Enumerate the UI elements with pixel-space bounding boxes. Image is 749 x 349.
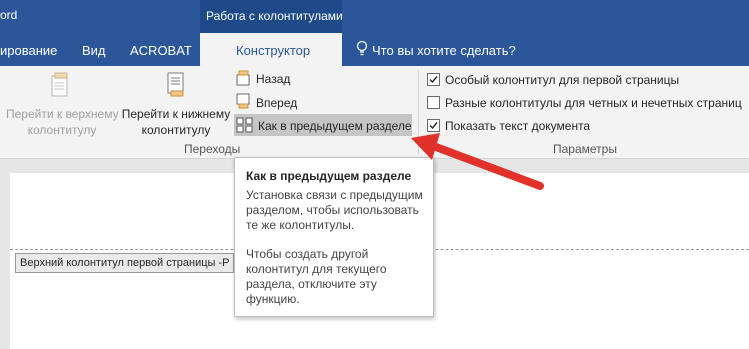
annotation-arrow-icon [411,133,544,190]
